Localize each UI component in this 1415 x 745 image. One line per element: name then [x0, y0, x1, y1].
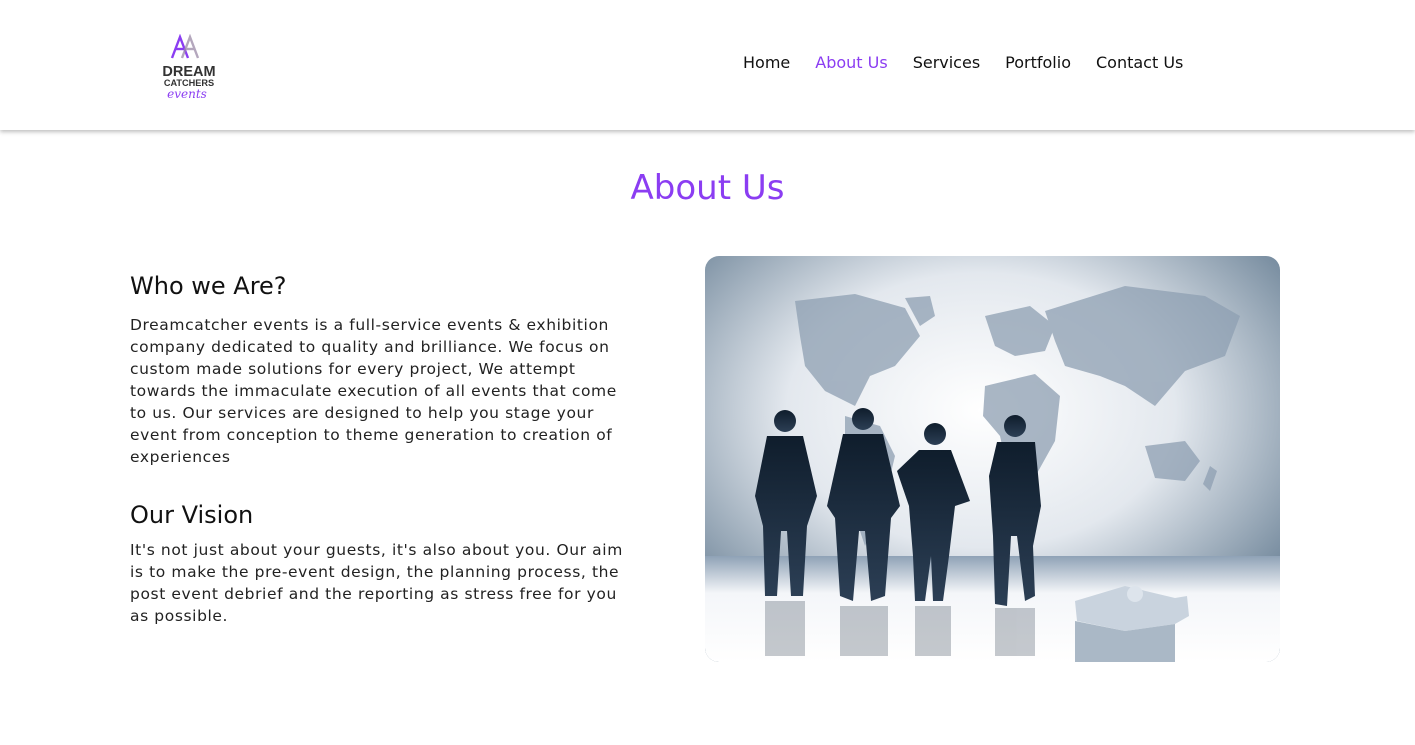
- about-text-column: Who we Are? Dreamcatcher events is a ful…: [130, 270, 635, 627]
- nav-portfolio[interactable]: Portfolio: [1005, 53, 1071, 73]
- main-nav: Home About Us Services Portfolio Contact…: [743, 53, 1208, 73]
- nav-contact-us[interactable]: Contact Us: [1096, 53, 1183, 73]
- nav-home[interactable]: Home: [743, 53, 790, 73]
- nav-about-us[interactable]: About Us: [815, 53, 887, 73]
- page-title: About Us: [630, 168, 785, 208]
- who-we-are-text: Dreamcatcher events is a full-service ev…: [130, 316, 617, 466]
- svg-text:events: events: [167, 87, 207, 101]
- who-we-are-heading: Who we Are?: [130, 272, 287, 300]
- top-navbar: DREAM CATCHERS events Home About Us Serv…: [0, 0, 1415, 130]
- business-team-world-map-image: [705, 256, 1280, 662]
- our-vision-heading: Our Vision: [130, 501, 254, 529]
- nav-services[interactable]: Services: [913, 53, 980, 73]
- our-vision-text: It's not just about your guests, it's al…: [130, 541, 623, 625]
- dream-catchers-logo[interactable]: DREAM CATCHERS events: [160, 34, 220, 102]
